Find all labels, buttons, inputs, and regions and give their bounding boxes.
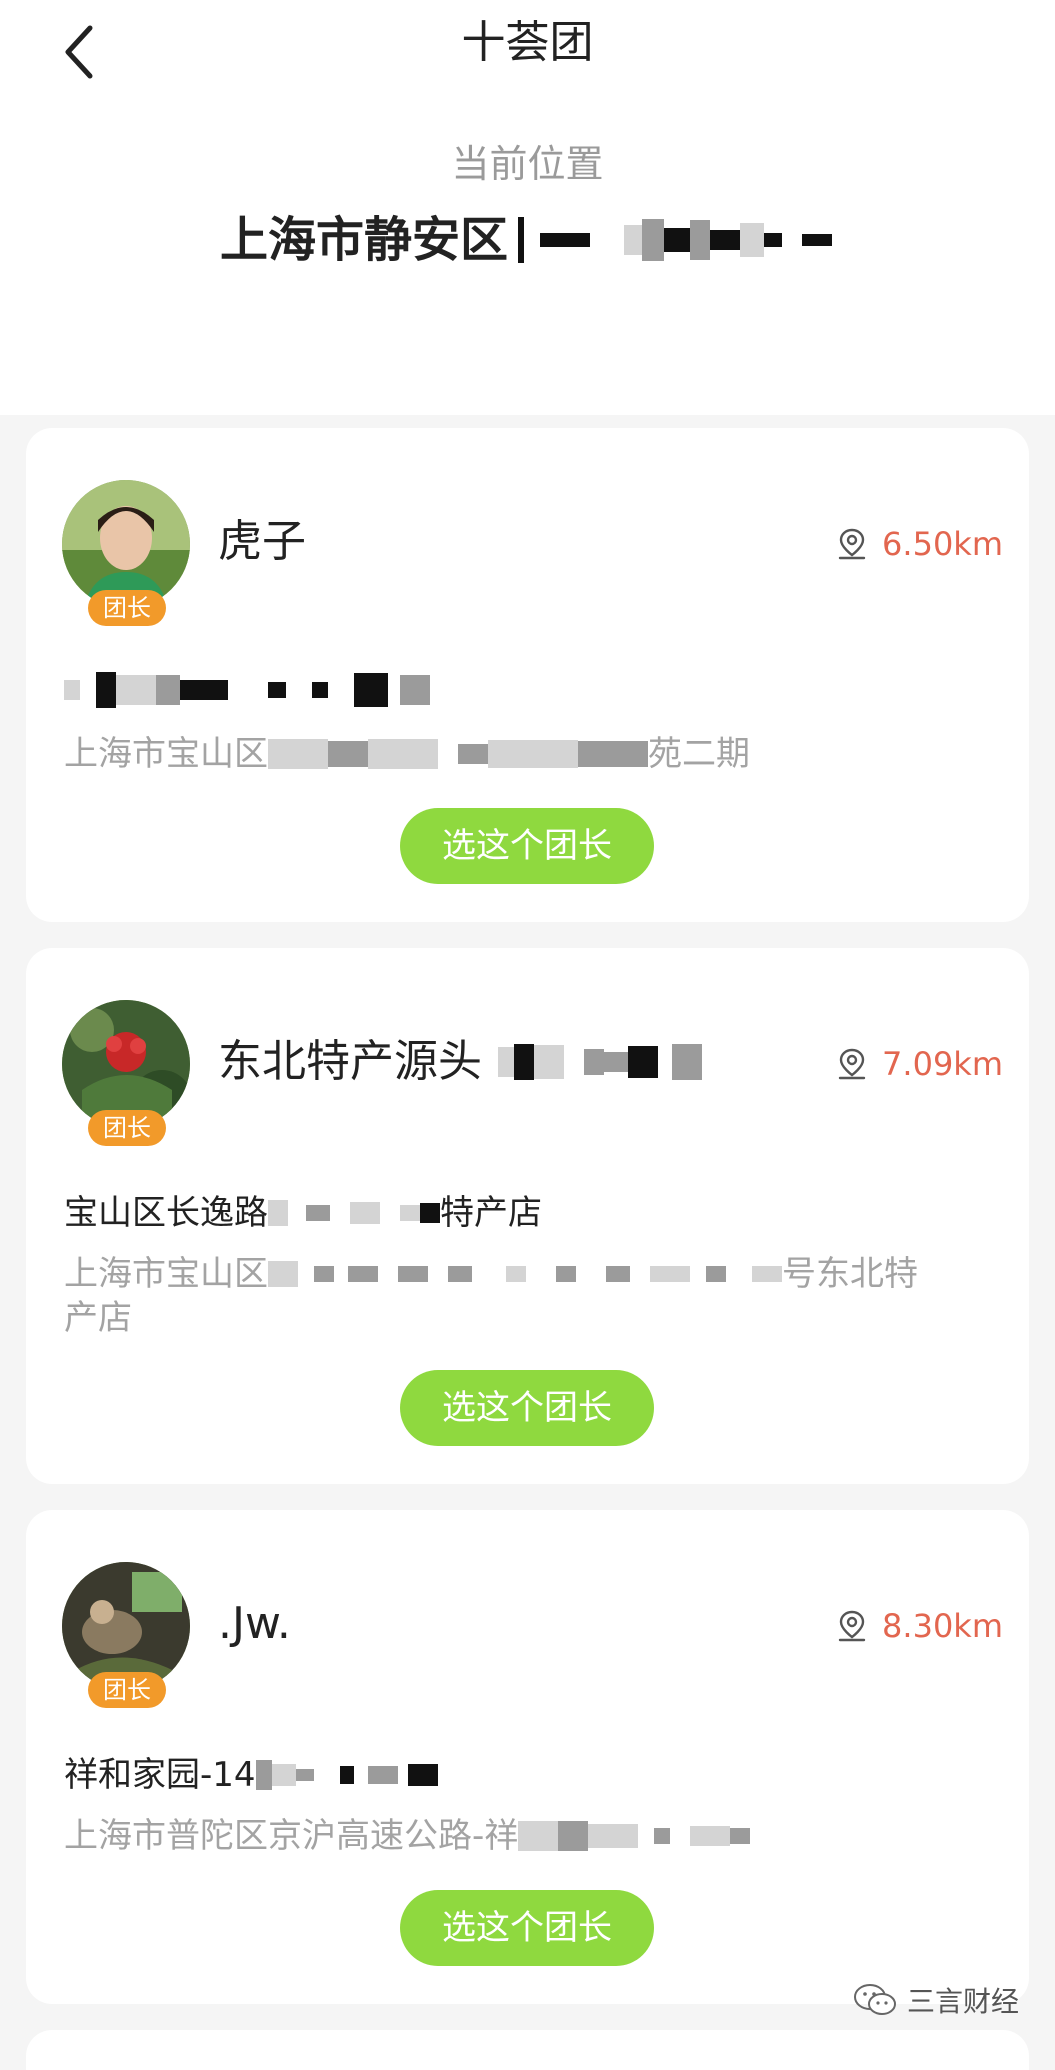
distance-value: 7.09km	[882, 1045, 1003, 1083]
wechat-icon	[853, 1984, 896, 2015]
current-location[interactable]: 上海市静安区	[220, 206, 833, 274]
redacted-text	[64, 672, 430, 708]
redacted-text	[268, 739, 648, 769]
leader-card-partial	[26, 2030, 1029, 2070]
leader-badge: 团长	[88, 1672, 166, 1708]
distance: 7.09km	[836, 1042, 1003, 1086]
location-pin-icon	[838, 528, 866, 560]
distance: 8.30km	[836, 1604, 1003, 1648]
redacted-text	[255, 1760, 438, 1790]
avatar	[62, 1000, 190, 1128]
page-header: 十荟团 当前位置 上海市静安区	[0, 0, 1055, 415]
redacted-text	[498, 1044, 702, 1080]
select-leader-button[interactable]: 选这个团长	[400, 808, 654, 884]
distance-value: 8.30km	[882, 1607, 1003, 1645]
leader-card: 团长 .Jw. 8.30km 祥和家园-14 上海市普陀区京沪高速公路-祥 选这…	[26, 1510, 1029, 2004]
location-caption: 当前位置	[451, 142, 604, 186]
select-leader-button[interactable]: 选这个团长	[400, 1370, 654, 1446]
address-detail: 上海市普陀区京沪高速公路-祥	[64, 1814, 994, 1858]
leader-card: 团长 东北特产源头 7.09km 宝山区长逸路 特产店 上海市宝山区 号东北特 …	[26, 948, 1029, 1484]
select-leader-button[interactable]: 选这个团长	[400, 1890, 654, 1966]
address-title: 祥和家园-14	[64, 1752, 438, 1798]
redacted-text	[518, 217, 833, 263]
location-pin-icon	[838, 1048, 866, 1080]
leader-badge: 团长	[88, 590, 166, 626]
redacted-text	[268, 1200, 440, 1226]
address-title	[64, 672, 430, 708]
leader-name: 东北特产源头	[218, 1032, 702, 1092]
redacted-text	[268, 1261, 782, 1287]
distance: 6.50km	[836, 522, 1003, 566]
address-detail: 上海市宝山区 苑二期	[64, 734, 750, 774]
leader-badge: 团长	[88, 1110, 166, 1146]
avatar	[62, 480, 190, 608]
watermark: 三言财经	[853, 1980, 1019, 2020]
leader-name: 虎子	[218, 516, 306, 567]
avatar	[62, 1562, 190, 1690]
address-detail: 上海市宝山区 号东北特 产店	[64, 1254, 918, 1338]
page-title: 十荟团	[461, 17, 594, 68]
address-title: 宝山区长逸路 特产店	[64, 1193, 542, 1233]
leader-name: .Jw.	[218, 1598, 291, 1649]
redacted-text	[518, 1821, 751, 1851]
leader-card: 团长 虎子 6.50km 上海市宝山区 苑二期 选这个团长	[26, 428, 1029, 922]
watermark-text: 三言财经	[906, 1985, 1019, 2018]
location-value: 上海市静安区	[220, 212, 509, 268]
location-pin-icon	[838, 1610, 866, 1642]
distance-value: 6.50km	[882, 525, 1003, 563]
